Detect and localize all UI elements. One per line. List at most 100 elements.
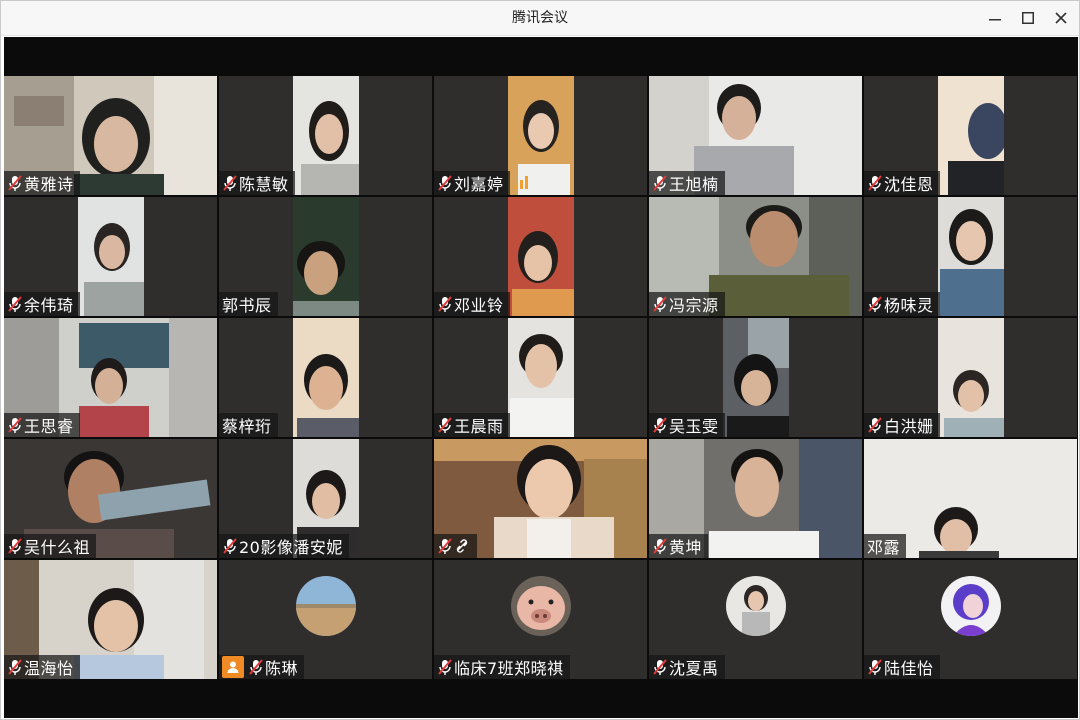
participant-name: 黄坤	[669, 538, 703, 557]
name-label: 陈琳	[219, 655, 305, 679]
participant-name: 吴什么祖	[24, 538, 91, 557]
mic-muted-icon	[438, 296, 452, 312]
avatar	[940, 576, 1001, 636]
name-label: 黄坤	[649, 534, 709, 558]
close-button[interactable]	[1047, 6, 1075, 30]
participant-tile[interactable]: 王晨雨	[434, 318, 647, 437]
participant-name: 吴玉雯	[669, 417, 719, 436]
participant-tile[interactable]: 刘嘉婷	[434, 76, 647, 195]
name-label: 20影像潘安妮	[219, 534, 349, 558]
person-video	[938, 318, 1004, 437]
participant-name: 陈琳	[265, 659, 299, 678]
avatar	[725, 576, 786, 636]
video-feed	[723, 318, 789, 437]
mic-muted-icon	[653, 296, 667, 312]
participant-tile[interactable]: 蔡梓珩	[219, 318, 432, 437]
person-video	[78, 197, 144, 316]
participant-name: 杨味灵	[884, 296, 934, 315]
pig-avatar-image	[510, 576, 571, 636]
mic-muted-icon	[653, 175, 667, 191]
name-label: 沈佳恩	[864, 171, 940, 195]
person-video	[508, 318, 574, 437]
photo-avatar-image	[725, 576, 786, 636]
participant-name: 沈夏禹	[669, 659, 719, 678]
participant-tile[interactable]: 吴什么祖	[4, 439, 217, 558]
name-label: 临床7班郑晓祺	[434, 655, 570, 679]
mic-muted-icon	[438, 538, 452, 554]
mic-muted-icon	[438, 175, 452, 191]
participant-name: 温海怡	[24, 659, 74, 678]
name-label: 陆佳怡	[864, 655, 940, 679]
participant-tile[interactable]: 温海怡	[4, 560, 217, 679]
video-feed	[293, 197, 359, 316]
participant-name: 王晨雨	[454, 417, 504, 436]
participant-name: 陆佳怡	[884, 659, 934, 678]
window-title: 腾讯会议	[512, 10, 568, 26]
mic-muted-icon	[868, 296, 882, 312]
name-label: 冯宗源	[649, 292, 725, 316]
participant-tile[interactable]: 冯宗源	[649, 197, 862, 316]
minimize-icon	[989, 19, 1001, 21]
participant-tile[interactable]: 黄坤	[649, 439, 862, 558]
name-label: 王旭楠	[649, 171, 725, 195]
person-video	[293, 197, 359, 316]
participant-name: 王旭楠	[669, 175, 719, 194]
participant-tile[interactable]: 黄雅诗	[4, 76, 217, 195]
close-icon	[1055, 12, 1067, 24]
participant-tile[interactable]: 陈慧敏	[219, 76, 432, 195]
landscape-avatar-image	[295, 576, 356, 636]
video-feed	[508, 197, 574, 316]
video-feed	[938, 318, 1004, 437]
participant-name: 王思睿	[24, 417, 74, 436]
mic-muted-icon	[8, 659, 22, 675]
mic-muted-icon	[249, 659, 263, 675]
name-label: 余伟琦	[4, 292, 80, 316]
maximize-icon	[1022, 12, 1034, 24]
participant-tile[interactable]: 邓业铃	[434, 197, 647, 316]
person-video	[723, 318, 789, 437]
video-feed	[508, 318, 574, 437]
title-bar[interactable]: 腾讯会议	[1, 1, 1079, 36]
maximize-button[interactable]	[1014, 6, 1042, 30]
participant-tile[interactable]: 杨味灵	[864, 197, 1077, 316]
participant-tile[interactable]: 陆佳怡	[864, 560, 1077, 679]
mic-muted-icon	[438, 659, 452, 675]
name-label: 黄雅诗	[4, 171, 80, 195]
participant-tile[interactable]	[434, 439, 647, 558]
participant-tile[interactable]: 沈夏禹	[649, 560, 862, 679]
participant-tile[interactable]: 临床7班郑晓祺	[434, 560, 647, 679]
participant-name: 临床7班郑晓祺	[454, 659, 564, 678]
minimize-button[interactable]	[981, 6, 1009, 30]
participant-tile[interactable]: 陈琳	[219, 560, 432, 679]
participant-tile[interactable]: 沈佳恩	[864, 76, 1077, 195]
participant-name: 黄雅诗	[24, 175, 74, 194]
video-feed	[938, 197, 1004, 316]
participant-tile[interactable]: 王思睿	[4, 318, 217, 437]
participant-tile[interactable]: 邓露	[864, 439, 1077, 558]
signal-bars-icon	[515, 176, 528, 189]
video-feed	[293, 318, 359, 437]
participant-name: 白洪姗	[884, 417, 934, 436]
participant-tile[interactable]: 郭书辰	[219, 197, 432, 316]
participant-name: 20影像潘安妮	[239, 538, 343, 557]
participant-tile[interactable]: 王旭楠	[649, 76, 862, 195]
avatar	[295, 576, 356, 636]
mic-muted-icon	[223, 175, 237, 191]
participant-tile[interactable]: 白洪姗	[864, 318, 1077, 437]
participant-tile[interactable]: 吴玉雯	[649, 318, 862, 437]
participant-tile[interactable]: 20影像潘安妮	[219, 439, 432, 558]
name-label: 邓业铃	[434, 292, 510, 316]
name-label: 白洪姗	[864, 413, 940, 437]
participant-name: 陈慧敏	[239, 175, 289, 194]
participant-name: 郭书辰	[222, 296, 272, 315]
participant-tile[interactable]: 余伟琦	[4, 197, 217, 316]
video-feed	[938, 76, 1004, 195]
video-feed	[78, 197, 144, 316]
mic-muted-icon	[223, 538, 237, 554]
participant-name: 冯宗源	[669, 296, 719, 315]
anime-avatar-image	[940, 576, 1001, 636]
mic-muted-icon	[8, 296, 22, 312]
user-icon	[222, 656, 244, 678]
video-stage: 黄雅诗 陈慧敏 刘嘉婷 王旭楠 沈佳恩 余伟琦 郭书辰 邓业铃 冯宗源 杨味灵 …	[4, 37, 1078, 718]
avatar	[510, 576, 571, 636]
